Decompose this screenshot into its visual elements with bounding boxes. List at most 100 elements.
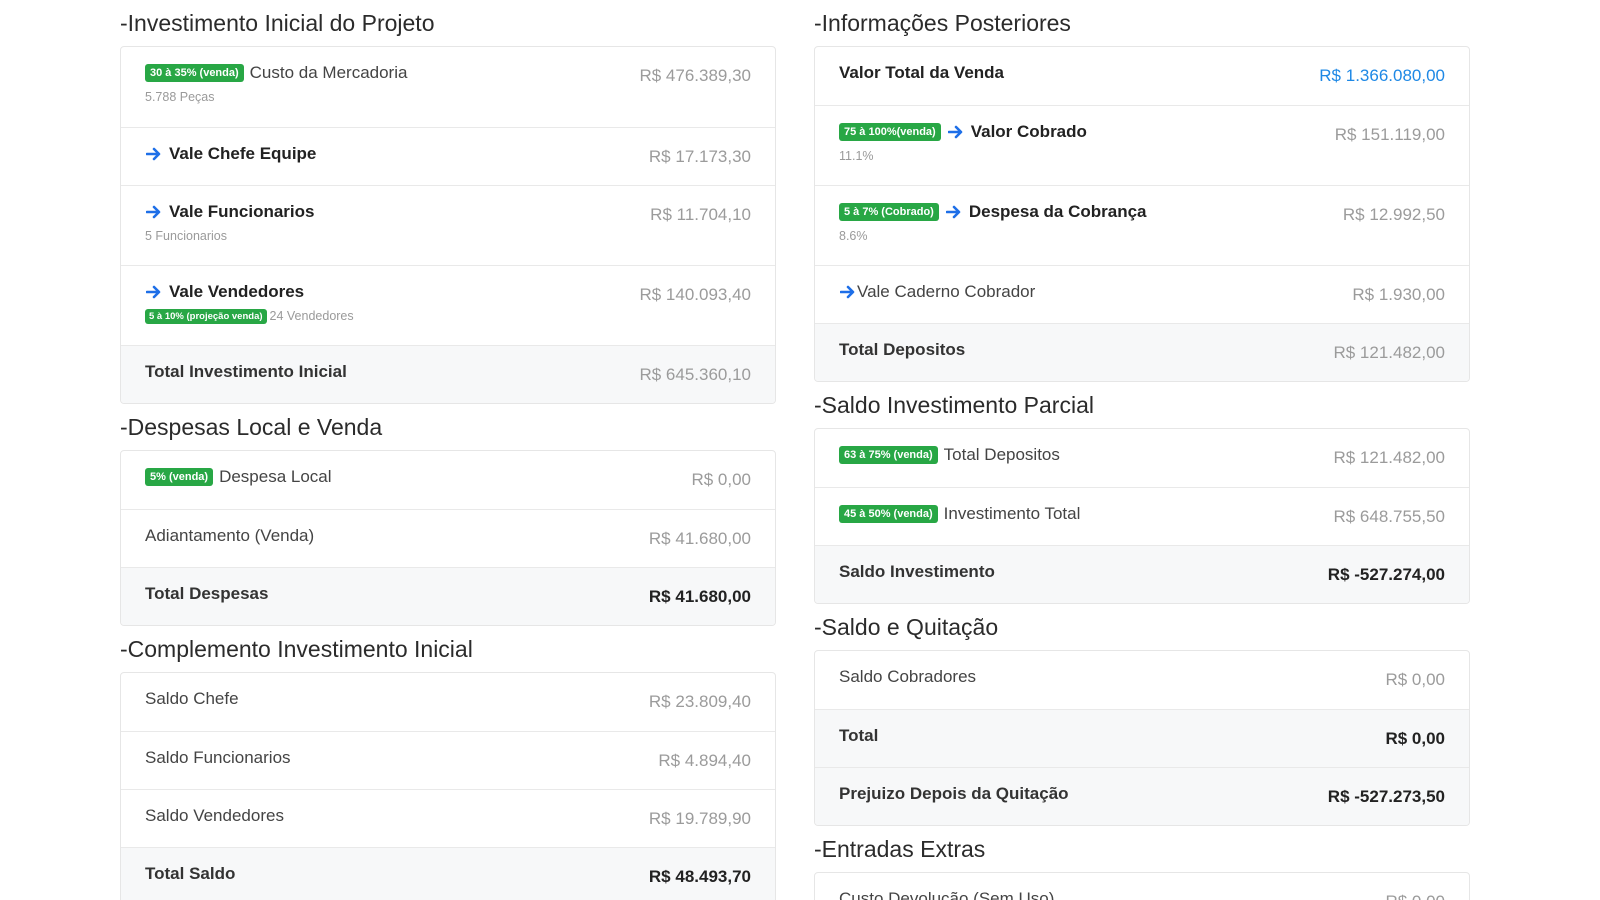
value-vale-funcionarios: R$ 11.704,10: [650, 205, 751, 224]
label-saldo-vendedores: Saldo Vendedores: [145, 806, 284, 825]
label-total-saldo: Total Saldo: [145, 864, 236, 883]
value-adiantamento: R$ 41.680,00: [648, 529, 751, 548]
row-total-depositos: Total Depositos R$ 121.482,00: [815, 323, 1469, 381]
card-investimento-inicial: 30 à 35% (venda) Custo da Mercadoria 5.7…: [120, 46, 776, 404]
right-column: -Informações Posteriores Valor Total da …: [814, 0, 1470, 900]
row-investimento-total: 45 à 50% (venda) Investimento Total R$ 6…: [815, 487, 1469, 545]
label-valor-total-venda: Valor Total da Venda: [839, 63, 1005, 82]
row-custo-mercadoria: 30 à 35% (venda) Custo da Mercadoria 5.7…: [121, 47, 775, 127]
section-title-entradas-extras: -Entradas Extras: [814, 836, 986, 862]
sub-despesa-cobranca: 8.6%: [839, 229, 868, 243]
section-title-informacoes: -Informações Posteriores: [814, 10, 1071, 36]
page: -Investimento Inicial do Projeto 30 à 35…: [0, 0, 1600, 900]
value-saldo-investimento: R$ -527.274,00: [1327, 565, 1445, 584]
row-despesa-cobranca: 5 à 7% (Cobrado) Despesa da Cobrança 8.6…: [815, 185, 1469, 265]
value-valor-cobrado: R$ 151.119,00: [1334, 125, 1445, 144]
section-title-saldo-parcial: -Saldo Investimento Parcial: [814, 392, 1094, 418]
section-title-despesas-local: -Despesas Local e Venda: [120, 414, 383, 440]
value-vale-vendedores: R$ 140.093,40: [639, 285, 751, 304]
section-title-saldo-quitacao: -Saldo e Quitação: [814, 614, 999, 640]
row-custo-devolucao: Custo Devolução (Sem Uso) R$ 0,00: [815, 873, 1469, 900]
badge-despesa-local: 5% (venda): [145, 468, 214, 486]
label-total-despesas: Total Despesas: [145, 584, 269, 603]
value-valor-total-venda: R$ 1.366.080,00: [1319, 66, 1445, 85]
sub-custo-mercadoria: 5.788 Peças: [145, 90, 215, 104]
label-total-depositos: Total Depositos: [839, 340, 966, 359]
sub-vale-funcionarios: 5 Funcionarios: [145, 229, 227, 243]
value-investimento-total: R$ 648.755,50: [1333, 507, 1445, 526]
label-despesa-cobranca: Despesa da Cobrança: [968, 202, 1147, 221]
badge-investimento-total: 45 à 50% (venda): [839, 505, 938, 523]
label-custo-devolucao: Custo Devolução (Sem Uso): [839, 889, 1055, 900]
value-total-despesas: R$ 41.680,00: [648, 587, 751, 606]
label-vale-chefe: Vale Chefe Equipe: [169, 144, 317, 163]
row-total-despesas: Total Despesas R$ 41.680,00: [121, 567, 775, 625]
label-valor-cobrado: Valor Cobrado: [970, 122, 1087, 141]
row-saldo-funcionarios: Saldo Funcionarios R$ 4.894,40: [121, 731, 775, 789]
label-parcial-total-depositos: Total Depositos: [943, 445, 1060, 464]
card-complemento: Saldo Chefe R$ 23.809,40 Saldo Funcionar…: [120, 672, 776, 900]
label-total-quitacao: Total: [839, 726, 879, 745]
arrow-right-icon: [145, 145, 163, 163]
arrow-right-icon: [145, 283, 163, 301]
row-total-quitacao: Total R$ 0,00: [815, 709, 1469, 767]
value-custo-devolucao: R$ 0,00: [1385, 890, 1445, 900]
label-vale-vendedores: Vale Vendedores: [169, 282, 305, 301]
row-vale-chefe: Vale Chefe Equipe R$ 17.173,30: [121, 127, 775, 185]
row-saldo-investimento: Saldo Investimento R$ -527.274,00: [815, 545, 1469, 603]
section-title-complemento: -Complemento Investimento Inicial: [120, 636, 473, 662]
value-saldo-funcionarios: R$ 4.894,40: [658, 751, 751, 770]
label-saldo-chefe: Saldo Chefe: [145, 689, 239, 708]
row-saldo-chefe: Saldo Chefe R$ 23.809,40: [121, 673, 775, 731]
value-despesa-local: R$ 0,00: [691, 470, 751, 489]
value-saldo-cobradores: R$ 0,00: [1385, 670, 1445, 689]
arrow-right-icon: [945, 203, 963, 221]
arrow-right-icon: [947, 123, 965, 141]
value-vale-chefe: R$ 17.173,30: [648, 147, 751, 166]
label-custo-mercadoria: Custo da Mercadoria: [249, 63, 408, 82]
label-prejuizo: Prejuizo Depois da Quitação: [839, 784, 1069, 803]
row-parcial-total-depositos: 63 à 75% (venda) Total Depositos R$ 121.…: [815, 429, 1469, 487]
sub-valor-cobrado: 11.1%: [839, 149, 874, 163]
value-parcial-total-depositos: R$ 121.482,00: [1333, 448, 1445, 467]
badge-despesa-cobranca: 5 à 7% (Cobrado): [839, 203, 939, 221]
row-valor-cobrado: 75 à 100%(venda) Valor Cobrado 11.1% R$ …: [815, 105, 1469, 185]
label-saldo-funcionarios: Saldo Funcionarios: [145, 748, 291, 767]
badge-valor-cobrado: 75 à 100%(venda): [839, 123, 941, 141]
row-prejuizo: Prejuizo Depois da Quitação R$ -527.273,…: [815, 767, 1469, 825]
value-vale-caderno: R$ 1.930,00: [1352, 285, 1445, 304]
row-saldo-vendedores: Saldo Vendedores R$ 19.789,90: [121, 789, 775, 847]
label-saldo-investimento: Saldo Investimento: [839, 562, 995, 581]
value-saldo-vendedores: R$ 19.789,90: [648, 809, 751, 828]
row-total-saldo: Total Saldo R$ 48.493,70: [121, 847, 775, 900]
left-column: -Investimento Inicial do Projeto 30 à 35…: [120, 0, 776, 900]
row-saldo-cobradores: Saldo Cobradores R$ 0,00: [815, 651, 1469, 709]
card-saldo-parcial: 63 à 75% (venda) Total Depositos R$ 121.…: [814, 428, 1470, 604]
badge-vale-vendedores: 5 à 10% (projeção venda): [145, 308, 267, 324]
row-total-investimento-inicial: Total Investimento Inicial R$ 645.360,10: [121, 345, 775, 403]
value-prejuizo: R$ -527.273,50: [1327, 787, 1445, 806]
row-valor-total-venda: Valor Total da Venda R$ 1.366.080,00: [815, 47, 1469, 105]
row-despesa-local: 5% (venda) Despesa Local R$ 0,00: [121, 451, 775, 509]
row-vale-vendedores: Vale Vendedores 5 à 10% (projeção venda)…: [121, 265, 775, 345]
section-title-investimento-inicial: -Investimento Inicial do Projeto: [120, 10, 435, 36]
row-adiantamento: Adiantamento (Venda) R$ 41.680,00: [121, 509, 775, 567]
value-saldo-chefe: R$ 23.809,40: [648, 692, 751, 711]
row-vale-funcionarios: Vale Funcionarios 5 Funcionarios R$ 11.7…: [121, 185, 775, 265]
card-despesas-local: 5% (venda) Despesa Local R$ 0,00 Adianta…: [120, 450, 776, 626]
value-total-saldo: R$ 48.493,70: [648, 867, 751, 886]
label-investimento-total: Investimento Total: [943, 504, 1081, 523]
label-adiantamento: Adiantamento (Venda): [145, 526, 315, 545]
label-total-investimento-inicial: Total Investimento Inicial: [145, 362, 347, 381]
sub-vale-vendedores: 24 Vendedores: [269, 309, 354, 323]
label-vale-caderno: Vale Caderno Cobrador: [857, 282, 1036, 301]
label-despesa-local: Despesa Local: [219, 467, 332, 486]
card-saldo-quitacao: Saldo Cobradores R$ 0,00 Total R$ 0,00 P…: [814, 650, 1470, 826]
label-saldo-cobradores: Saldo Cobradores: [839, 667, 977, 686]
arrow-right-icon: [839, 283, 857, 301]
arrow-right-icon: [145, 203, 163, 221]
card-entradas-extras: Custo Devolução (Sem Uso) R$ 0,00: [814, 872, 1470, 900]
value-total-investimento-inicial: R$ 645.360,10: [639, 365, 751, 384]
value-despesa-cobranca: R$ 12.992,50: [1342, 205, 1445, 224]
label-vale-funcionarios: Vale Funcionarios: [169, 202, 315, 221]
